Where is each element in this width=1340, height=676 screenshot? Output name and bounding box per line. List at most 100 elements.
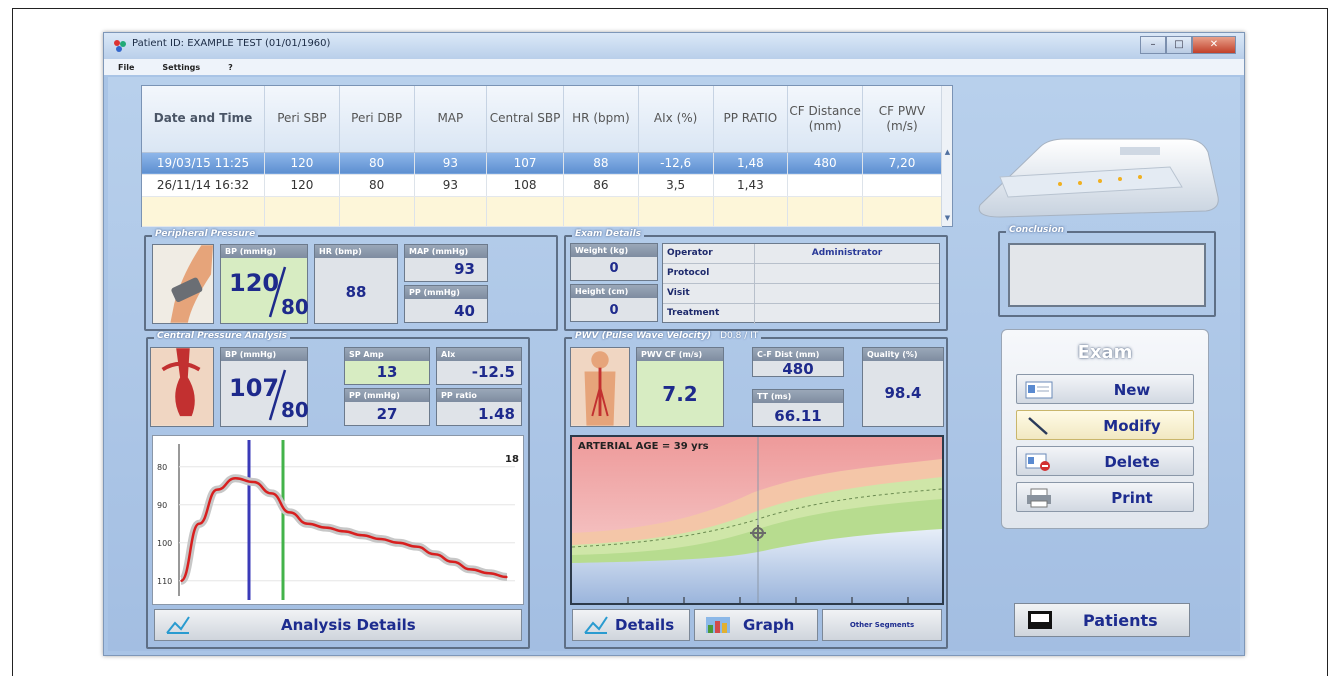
central-pp-value: 27: [376, 405, 398, 423]
height-cell: Height (cm) 0: [570, 284, 658, 322]
pwv-cf-value: 7.2: [662, 382, 698, 406]
conclusion-text-area[interactable]: [1008, 243, 1206, 307]
close-button[interactable]: ✕: [1192, 36, 1236, 54]
cell-aix: -12,6: [638, 152, 714, 175]
col-cf-pwv[interactable]: CF PWV (m/s): [862, 86, 942, 153]
quality-label: Quality (%): [863, 348, 943, 361]
modify-exam-label: Modify: [1103, 417, 1161, 435]
menu-help[interactable]: ?: [214, 63, 247, 72]
exam-table-grid: Date and Time Peri SBP Peri DBP MAP Cent…: [142, 86, 942, 227]
scroll-up-icon[interactable]: ▲: [943, 148, 952, 156]
new-exam-button[interactable]: New: [1016, 374, 1194, 404]
table-row[interactable]: 19/03/15 11:25 120 80 93 107 88 -12,6 1,…: [142, 152, 942, 175]
col-cf-distance[interactable]: CF Distance (mm): [787, 86, 864, 153]
detail-row-protocol[interactable]: Protocol: [663, 264, 939, 284]
col-hr[interactable]: HR (bpm): [563, 86, 639, 153]
col-map[interactable]: MAP: [414, 86, 488, 153]
chart-icon: [584, 616, 608, 634]
col-date-time[interactable]: Date and Time: [142, 86, 266, 153]
table-row-empty[interactable]: [142, 196, 942, 227]
col-pp-ratio[interactable]: PP RATIO: [713, 86, 789, 153]
waveform-chart: 110 100 90 80 18: [152, 435, 524, 605]
analysis-details-button[interactable]: Analysis Details: [154, 609, 522, 641]
detail-value: [755, 284, 939, 303]
exam-panel: Exam New Modify Delete Print: [1001, 329, 1209, 529]
printer-icon: [1027, 488, 1051, 508]
cell-central-sbp: 108: [486, 174, 565, 197]
empty-cell: [486, 196, 565, 227]
exam-table: Date and Time Peri SBP Peri DBP MAP Cent…: [141, 85, 953, 227]
cell-cf-distance: 480: [787, 152, 864, 175]
detail-key: Treatment: [663, 304, 755, 324]
detail-key: Protocol: [663, 264, 755, 283]
y-tick-label: 100: [157, 539, 172, 548]
cell-peri-sbp: 120: [264, 174, 340, 197]
central-pressure-title: Central Pressure Analysis: [154, 331, 291, 341]
col-central-sbp[interactable]: Central SBP: [486, 86, 565, 153]
central-dia-value: 80: [281, 398, 309, 422]
exam-table-header: Date and Time Peri SBP Peri DBP MAP Cent…: [142, 86, 942, 153]
pwv-group: PWV (Pulse Wave Velocity) D0.8 / IT PWV …: [564, 331, 948, 649]
cell-central-sbp: 107: [486, 152, 565, 175]
detail-row-treatment[interactable]: Treatment: [663, 304, 939, 324]
pp-ratio-value: 1.48: [477, 405, 515, 423]
modify-exam-button[interactable]: Modify: [1016, 410, 1194, 440]
menu-file[interactable]: File: [104, 63, 148, 72]
cell-peri-dbp: 80: [339, 174, 415, 197]
menu-settings[interactable]: Settings: [148, 63, 214, 72]
detail-row-operator[interactable]: Operator Administrator: [663, 244, 939, 264]
scroll-down-icon[interactable]: ▼: [943, 214, 952, 222]
detail-key: Operator: [663, 244, 755, 263]
delete-exam-icon: [1025, 453, 1050, 471]
other-segments-button[interactable]: Other Segments: [822, 609, 942, 641]
arterial-age-svg: ARTERIAL AGE = 39 yrs: [572, 437, 942, 603]
central-pressure-group: Central Pressure Analysis BP (mmHg) 107 …: [146, 331, 530, 649]
central-pp-label: PP (mmHg): [345, 389, 429, 402]
minimize-button[interactable]: –: [1140, 36, 1166, 54]
quality-value: 98.4: [884, 384, 922, 402]
peripheral-map-value: 93: [454, 260, 475, 278]
patients-label: Patients: [1083, 610, 1158, 630]
height-value: 0: [609, 303, 619, 318]
table-scrollbar[interactable]: ▲ ▼: [941, 86, 952, 226]
maximize-button[interactable]: □: [1166, 36, 1192, 54]
quality-cell: Quality (%) 98.4: [862, 347, 944, 427]
detail-row-visit[interactable]: Visit: [663, 284, 939, 304]
y-tick-label: 110: [157, 577, 172, 586]
tt-label: TT (ms): [753, 390, 843, 403]
peripheral-hr-cell: HR (bmp) 88: [314, 244, 398, 324]
cell-hr: 88: [563, 152, 639, 175]
print-exam-button[interactable]: Print: [1016, 482, 1194, 512]
app-window: Patient ID: EXAMPLE TEST (01/01/1960) – …: [103, 32, 1245, 656]
col-aix[interactable]: AIx (%): [638, 86, 714, 153]
cell-cf-pwv: [862, 174, 942, 197]
col-peri-dbp[interactable]: Peri DBP: [339, 86, 415, 153]
empty-cell: [264, 196, 340, 227]
detail-value: [755, 264, 939, 283]
aix-label: AIx: [437, 348, 521, 361]
graph-button[interactable]: Graph: [694, 609, 818, 641]
cell-pp-ratio: 1,43: [713, 174, 789, 197]
cell-peri-sbp: 120: [264, 152, 340, 175]
col-peri-sbp[interactable]: Peri SBP: [264, 86, 340, 153]
y-tick-label: 80: [157, 463, 167, 472]
cell-pp-ratio: 1,48: [713, 152, 789, 175]
table-row[interactable]: 26/11/14 16:32 120 80 93 108 86 3,5 1,43: [142, 174, 942, 197]
frame-line-right: [1327, 8, 1328, 676]
central-pp-cell: PP (mmHg) 27: [344, 388, 430, 426]
waveform-svg: 110 100 90 80 18: [157, 440, 519, 600]
pp-ratio-cell: PP ratio 1.48: [436, 388, 522, 426]
peripheral-pp-cell: PP (mmHg) 40: [404, 285, 488, 323]
heart-aorta-image: [150, 347, 214, 427]
tt-value: 66.11: [774, 407, 822, 425]
chart-icon: [166, 616, 190, 634]
pwv-details-button[interactable]: Details: [572, 609, 690, 641]
delete-exam-button[interactable]: Delete: [1016, 446, 1194, 476]
empty-cell: [563, 196, 639, 227]
patients-button[interactable]: Patients: [1014, 603, 1190, 637]
app-logo-icon: [114, 40, 126, 52]
exam-details-table: Operator Administrator Protocol Visit Tr…: [662, 243, 940, 324]
cell-peri-dbp: 80: [339, 152, 415, 175]
arterial-age-label: ARTERIAL AGE = 39 yrs: [578, 441, 709, 452]
peripheral-dia-value: 80: [281, 295, 309, 319]
